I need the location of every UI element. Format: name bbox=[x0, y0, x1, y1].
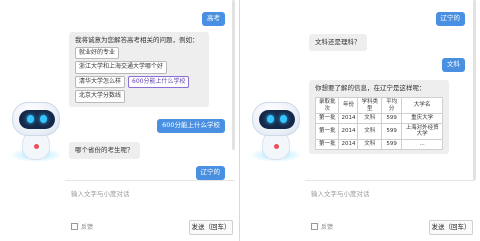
table-cell: 上海对外经贸大学 bbox=[401, 122, 443, 141]
send-button[interactable]: 发送（回车） bbox=[429, 220, 473, 235]
feedback-icon bbox=[311, 223, 318, 230]
robot-mascot-icon bbox=[10, 100, 62, 166]
message-input[interactable]: 输入文字与小度对话 bbox=[71, 188, 130, 198]
bot-intro-text: 我将诚意为您解答高考相关的问题，例如： bbox=[75, 36, 199, 44]
table-cell: 文科 bbox=[357, 122, 382, 141]
feedback-button[interactable]: 反馈 bbox=[71, 222, 93, 231]
chat-history: 高考 我将诚意为您解答高考相关的问题，例如： 就业好的专业 浙江大学和上海交通大… bbox=[65, 0, 231, 180]
chat-scrollbar[interactable] bbox=[473, 0, 476, 180]
suggestion-option[interactable]: 就业好的专业 bbox=[75, 47, 120, 60]
table-cell: 第一批 bbox=[314, 122, 340, 141]
table-header: 录取批次 bbox=[314, 97, 340, 115]
table-row: 第一批 2014 文科 599 ... bbox=[314, 139, 443, 150]
table-header: 年份 bbox=[338, 97, 359, 115]
table-row: 第一批 2014 文科 599 上海对外经贸大学 bbox=[314, 122, 443, 141]
table-cell: 599 bbox=[380, 139, 403, 150]
feedback-label: 反馈 bbox=[321, 224, 334, 231]
input-area: 输入文字与小度对话 反馈 发送（回车） bbox=[305, 180, 475, 241]
chat-scrollbar[interactable] bbox=[232, 0, 235, 150]
table-cell: 第一批 bbox=[314, 113, 340, 124]
input-area: 输入文字与小度对话 反馈 发送（回车） bbox=[65, 180, 235, 241]
user-message: 辽宁的 bbox=[435, 12, 465, 26]
bot-message: 文科还是理科？ bbox=[309, 34, 367, 52]
table-cell: 重庆大学 bbox=[401, 113, 443, 124]
suggestion-option[interactable]: 浙江大学和上海交通大学哪个好 bbox=[75, 61, 168, 74]
table-header: 平均分 bbox=[380, 97, 403, 115]
table-cell: ... bbox=[401, 139, 443, 150]
message-input[interactable]: 输入文字与小度对话 bbox=[311, 188, 370, 198]
user-message: 辽宁的 bbox=[195, 166, 225, 180]
feedback-icon bbox=[71, 223, 78, 230]
suggestion-option[interactable]: 清华大学怎么样 bbox=[75, 75, 126, 89]
table-header: 大学名 bbox=[401, 97, 443, 115]
chat-history: 辽宁的 文科还是理科？ 文科 你想要了解的信息，在辽宁是这样呢： 录取批次 年份… bbox=[305, 0, 471, 180]
suggestion-option-selected[interactable]: 600分能上什么学校 bbox=[128, 75, 190, 89]
send-button[interactable]: 发送（回车） bbox=[189, 220, 233, 235]
feedback-label: 反馈 bbox=[81, 224, 94, 231]
table-cell: 第一批 bbox=[314, 139, 340, 150]
table-cell: 2014 bbox=[338, 139, 359, 150]
bot-result-intro: 你想要了解的信息，在辽宁是这样呢： bbox=[315, 84, 426, 92]
user-message: 600分能上什么学校 bbox=[157, 119, 225, 133]
user-message: 文科 bbox=[442, 58, 465, 72]
table-cell: 2014 bbox=[338, 122, 359, 141]
table-cell: 2014 bbox=[338, 113, 359, 124]
user-message: 高考 bbox=[202, 12, 225, 26]
table-header: 学科类型 bbox=[357, 97, 382, 115]
chat-panel-left: 高考 我将诚意为您解答高考相关的问题，例如： 就业好的专业 浙江大学和上海交通大… bbox=[0, 0, 240, 241]
table-cell: 文科 bbox=[357, 139, 382, 150]
feedback-button[interactable]: 反馈 bbox=[311, 222, 333, 231]
chat-panel-right: 辽宁的 文科还是理科？ 文科 你想要了解的信息，在辽宁是这样呢： 录取批次 年份… bbox=[240, 0, 480, 241]
results-table: 录取批次 年份 学科类型 平均分 大学名 第一批 2014 文科 599 重庆大… bbox=[314, 97, 443, 150]
table-row: 第一批 2014 文科 599 重庆大学 bbox=[314, 113, 443, 124]
robot-mascot-icon bbox=[250, 100, 302, 166]
bot-message: 你想要了解的信息，在辽宁是这样呢： 录取批次 年份 学科类型 平均分 大学名 第… bbox=[309, 80, 449, 154]
table-cell: 599 bbox=[380, 122, 403, 141]
bot-message: 我将诚意为您解答高考相关的问题，例如： 就业好的专业 浙江大学和上海交通大学哪个… bbox=[69, 32, 209, 107]
suggestion-option[interactable]: 北京大学分数线 bbox=[75, 90, 126, 103]
bot-message: 哪个省份的考生呢？ bbox=[69, 142, 140, 160]
table-cell: 599 bbox=[380, 113, 403, 124]
table-cell: 文科 bbox=[357, 113, 382, 124]
